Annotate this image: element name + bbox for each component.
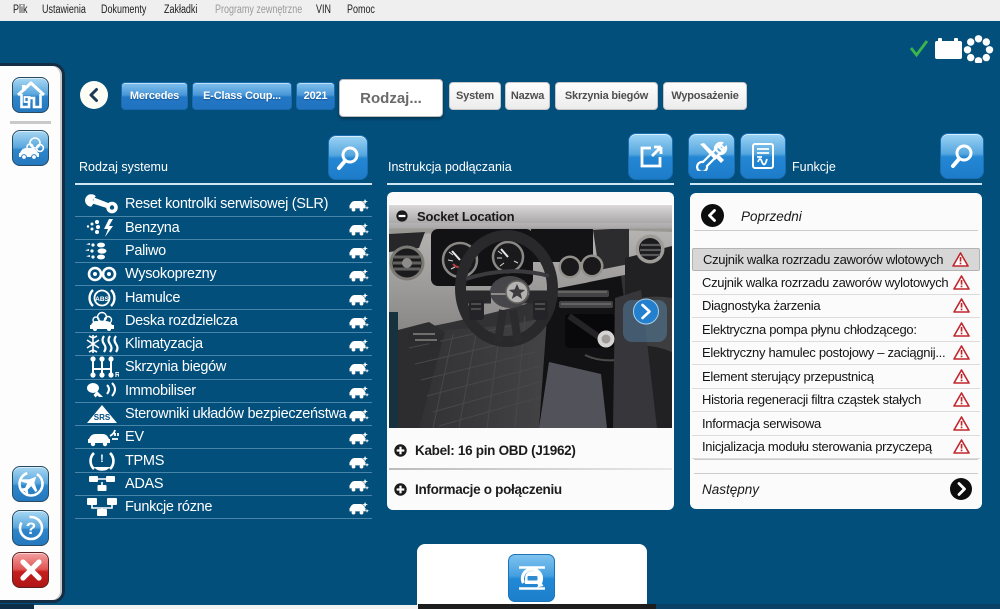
svg-text:SRS: SRS [94, 413, 111, 422]
svg-text:ABS: ABS [95, 296, 109, 303]
svg-text:?: ? [25, 519, 35, 538]
svg-text:!: ! [100, 453, 104, 465]
svg-text:R: R [115, 372, 119, 379]
